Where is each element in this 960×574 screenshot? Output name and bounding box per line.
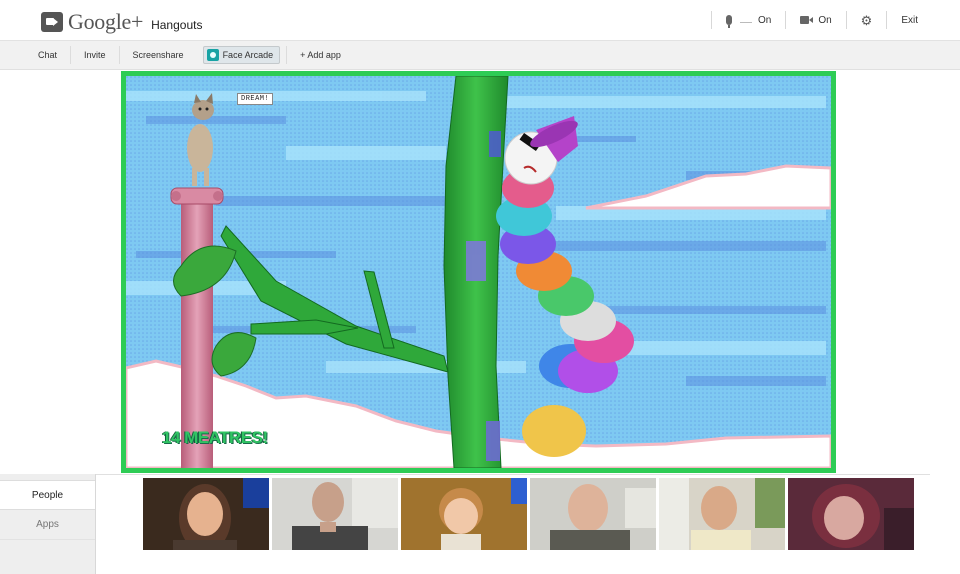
mic-status: On	[757, 14, 772, 26]
tab-invite[interactable]: Invite	[70, 46, 119, 64]
game-scene	[126, 76, 831, 468]
participant-video[interactable]	[401, 478, 527, 550]
tab-chat[interactable]: Chat	[0, 46, 70, 64]
product-name: Hangouts	[151, 17, 203, 32]
score-text: 14 MEATRES!	[162, 428, 268, 447]
microphone-icon	[725, 15, 732, 28]
participant-video[interactable]	[788, 478, 914, 550]
participant-avatar	[530, 478, 656, 550]
participant-avatar	[272, 478, 398, 550]
participant-video[interactable]	[143, 478, 269, 550]
tab-screenshare[interactable]: Screenshare	[118, 46, 197, 64]
camera-status: On	[818, 14, 832, 26]
dock-tabs: People Apps	[0, 474, 96, 574]
participant-avatar	[401, 478, 527, 550]
tab-people[interactable]: People	[0, 480, 95, 510]
participant-video[interactable]	[530, 478, 656, 550]
tab-apps[interactable]: Apps	[0, 510, 95, 540]
camera-icon	[800, 16, 814, 24]
participant-video[interactable]	[659, 478, 785, 550]
exit-label: Exit	[901, 14, 918, 26]
hangouts-logo-icon	[41, 12, 63, 32]
participant-video[interactable]	[272, 478, 398, 550]
face-arcade-label: Face Arcade	[222, 50, 274, 60]
speech-bubble: DREAM!	[237, 93, 274, 105]
participant-avatar	[788, 478, 914, 550]
participant-strip	[143, 478, 914, 550]
logo[interactable]: Google+ Hangouts	[41, 9, 202, 35]
brand-name: Google+	[68, 9, 144, 34]
dock-divider	[96, 474, 930, 475]
exit-button[interactable]: Exit	[886, 11, 960, 29]
gear-icon: ⚙	[860, 12, 873, 28]
game-stage[interactable]: DREAM! 14 MEATRES!	[121, 71, 836, 473]
face-arcade-icon	[206, 49, 219, 61]
mic-level-indicator	[739, 21, 752, 23]
top-bar: Google+ Hangouts On On ⚙ Exit	[0, 0, 960, 40]
call-controls: On On ⚙ Exit	[710, 0, 960, 40]
microphone-toggle[interactable]: On	[710, 11, 785, 29]
participant-avatar	[143, 478, 269, 550]
settings-button[interactable]: ⚙	[845, 11, 887, 29]
add-app-button[interactable]: + Add app	[286, 46, 354, 64]
app-toolbar: Chat Invite Screenshare Face Arcade + Ad…	[0, 40, 960, 70]
participant-avatar	[659, 478, 785, 550]
camera-toggle[interactable]: On	[785, 11, 845, 29]
tab-face-arcade[interactable]: Face Arcade	[202, 46, 281, 64]
